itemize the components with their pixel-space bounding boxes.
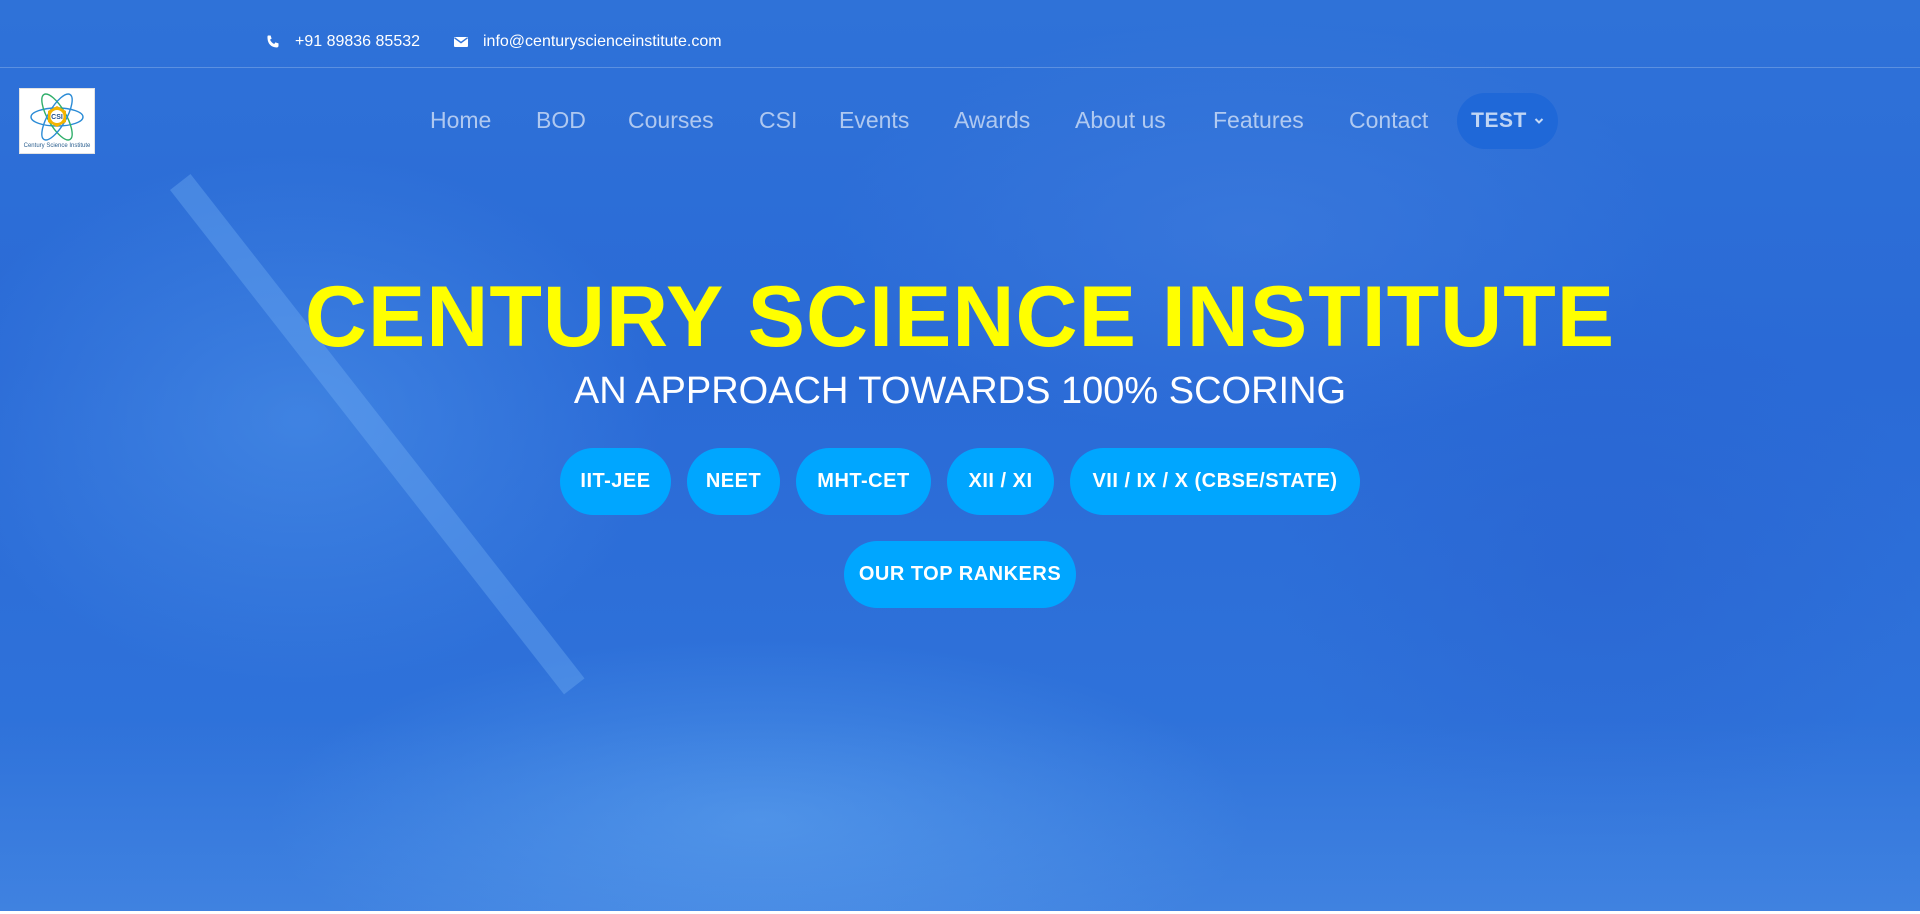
nav-features[interactable]: Features <box>1213 105 1304 135</box>
contact-email[interactable]: info@centuryscienceinstitute.com <box>453 32 722 52</box>
nav-contact[interactable]: Contact <box>1349 105 1428 135</box>
course-button-mht-cet[interactable]: MHT-CET <box>796 448 931 515</box>
phone-number: +91 89836 85532 <box>295 33 421 50</box>
envelope-icon <box>453 34 469 50</box>
main-navigation: Home BOD Courses CSI Events Awards About… <box>0 93 1920 149</box>
nav-csi[interactable]: CSI <box>759 105 797 135</box>
course-buttons: IIT-JEE NEET MHT-CET XII / XI VII / IX /… <box>0 448 1920 515</box>
chevron-down-icon <box>1534 117 1544 125</box>
nav-courses[interactable]: Courses <box>628 105 714 135</box>
nav-test-label: TEST <box>1471 109 1527 132</box>
rankers-row: OUR TOP RANKERS <box>0 541 1920 608</box>
course-button-neet[interactable]: NEET <box>687 448 780 515</box>
phone-icon <box>265 34 281 50</box>
hero-subtitle: AN APPROACH TOWARDS 100% SCORING <box>573 370 1347 412</box>
top-rankers-button[interactable]: OUR TOP RANKERS <box>844 541 1076 608</box>
nav-events[interactable]: Events <box>839 105 909 135</box>
email-address: info@centuryscienceinstitute.com <box>483 33 722 50</box>
hero-title: CENTURY SCIENCE INSTITUTE <box>304 269 1616 365</box>
course-button-xii-xi[interactable]: XII / XI <box>947 448 1054 515</box>
nav-test-dropdown[interactable]: TEST <box>1457 93 1558 149</box>
nav-about-us[interactable]: About us <box>1075 105 1166 135</box>
top-contact-bar: +91 89836 85532 info@centuryscienceinsti… <box>0 0 1920 68</box>
contact-phone[interactable]: +91 89836 85532 <box>265 32 420 52</box>
nav-home[interactable]: Home <box>430 105 491 135</box>
nav-awards[interactable]: Awards <box>954 105 1030 135</box>
nav-bod[interactable]: BOD <box>536 105 586 135</box>
course-button-vii-ix-x[interactable]: VII / IX / X (CBSE/STATE) <box>1070 448 1360 515</box>
course-button-iit-jee[interactable]: IIT-JEE <box>560 448 671 515</box>
